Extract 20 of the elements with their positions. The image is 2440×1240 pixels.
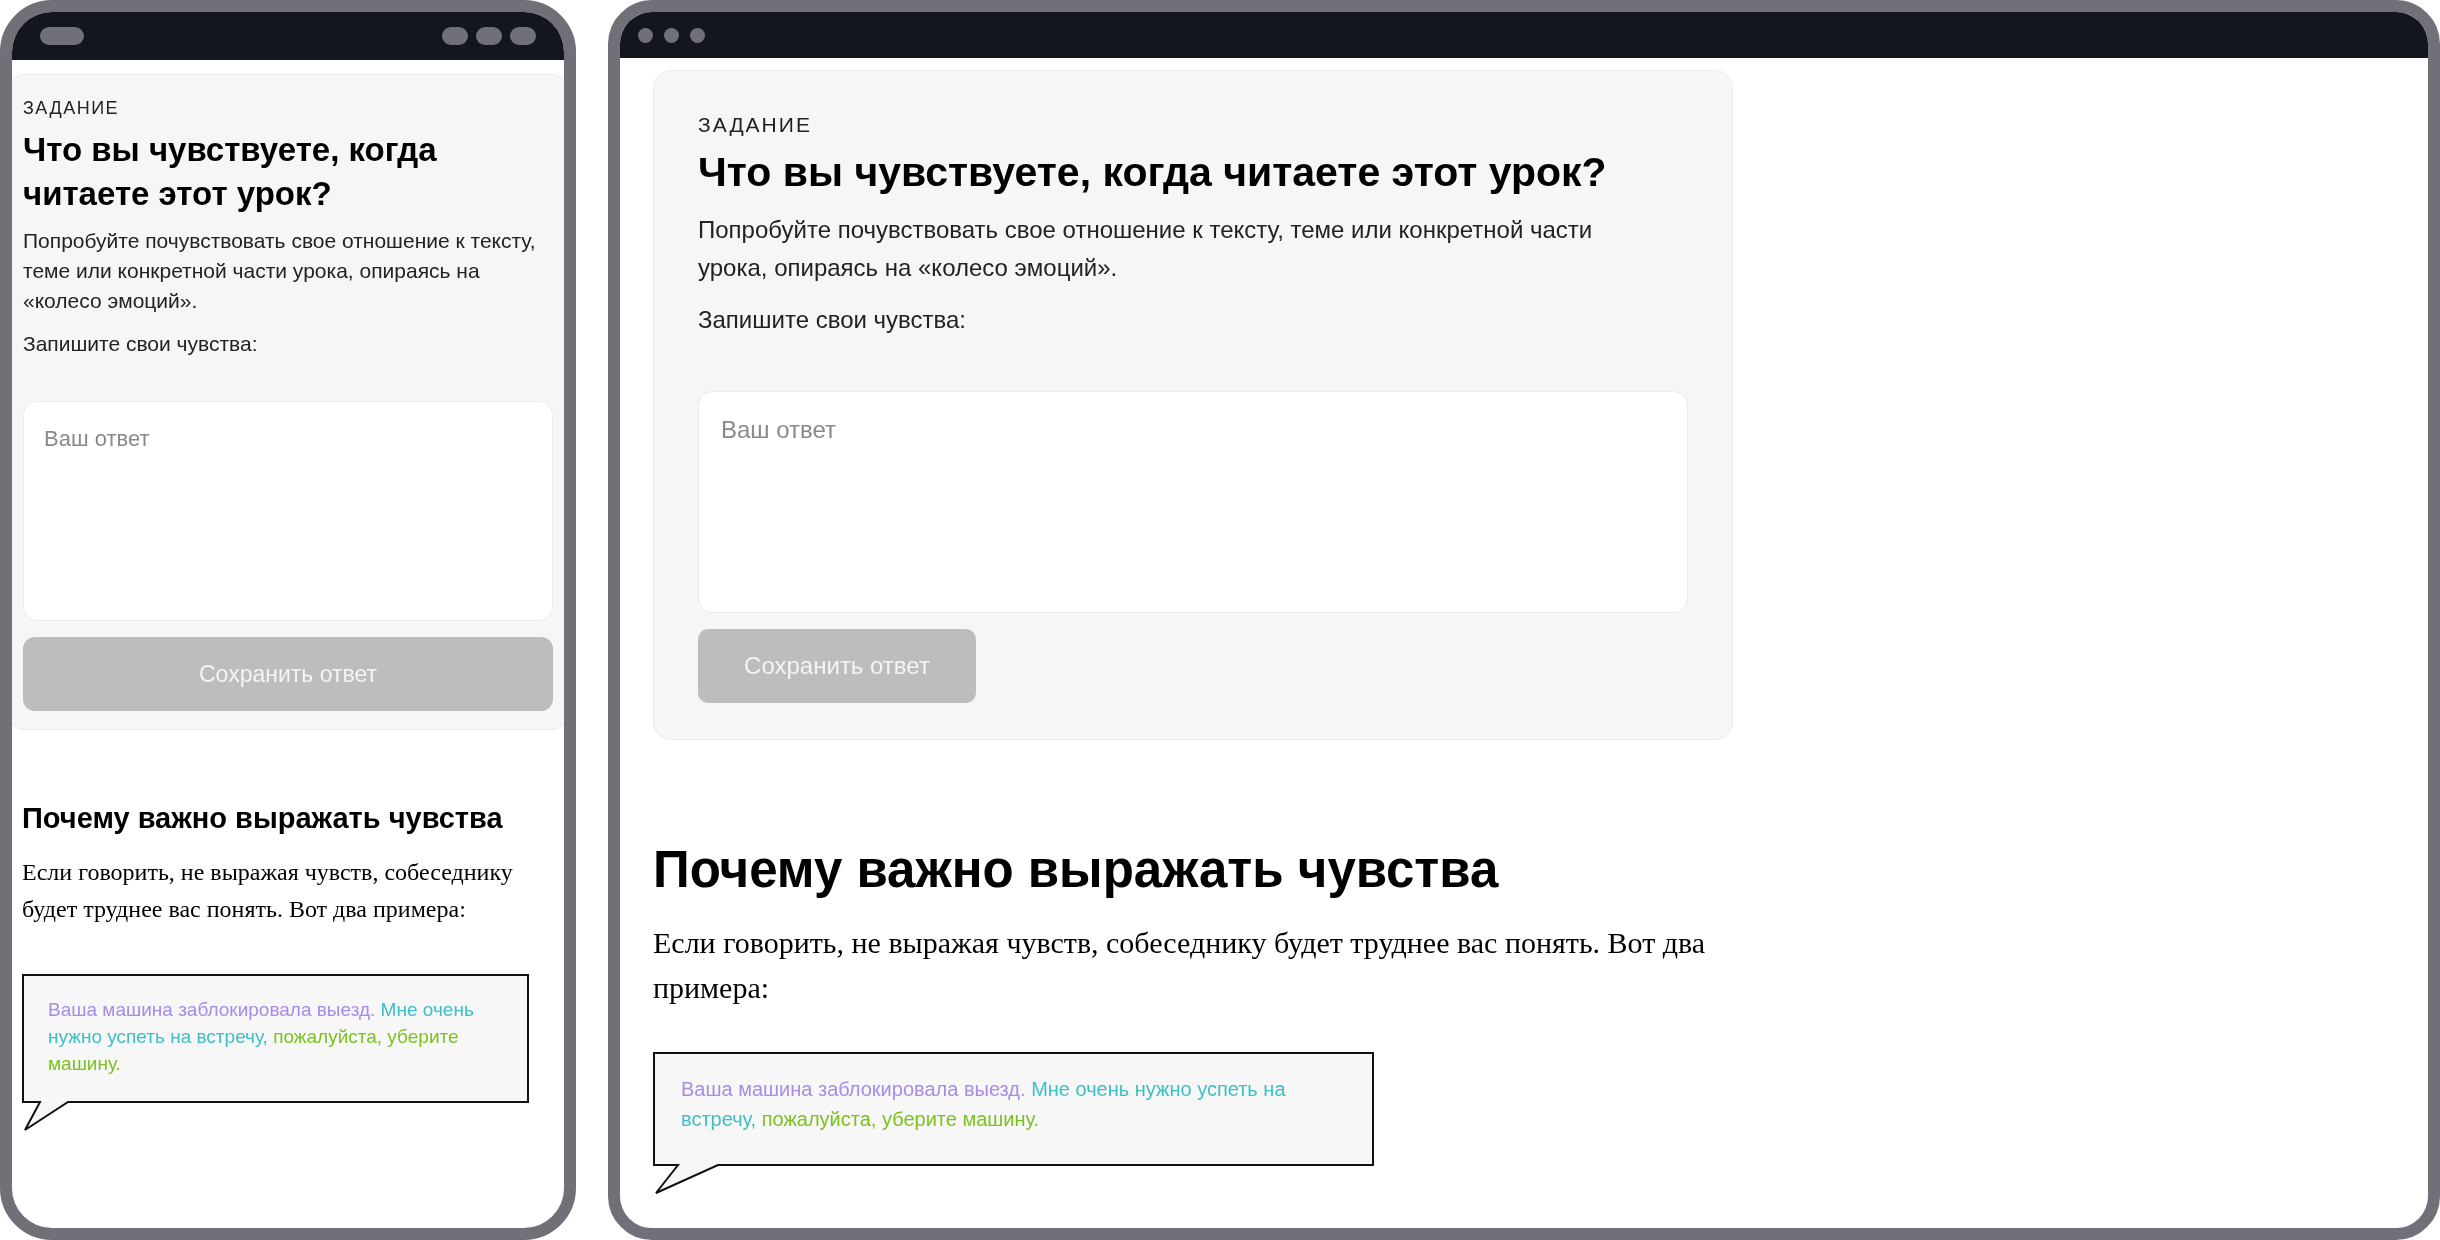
section-heading: Почему важно выражать чувства [22,801,504,836]
status-pill-icon [442,27,468,45]
task-prompt: Запишите свои чувства: [23,331,259,357]
section-paragraph: Если говорить, не выражая чувств, собеседнику будет труднее вас понять. Вот два примера: [653,924,1707,1006]
task-description: Попробуйте почувствовать свое отношение к тексту, теме или конкретной части урока, опираясь на «колесо эмоций». [23,228,537,314]
task-title: Что вы чувствуете, когда читаете этот урок? [23,130,438,214]
status-pill-icon [510,27,536,45]
status-pill-icon [476,27,502,45]
task-eyebrow: ЗАДАНИЕ [23,97,121,120]
bubble-text: Ваша машина заблокировала выезд. Мне очень нужно успеть на встречу, пожалуйста, уберите машину. [680,1076,1287,1132]
task-prompt: Запишите свои чувства: [698,304,968,335]
section-paragraph: Если говорить, не выражая чувств, собеседнику будет труднее вас понять. Вот два примера: [22,858,514,924]
task-description: Попробуйте почувствовать свое отношение к тексту, теме или конкретной части урока, опираясь на «колесо эмоций». [698,214,1594,283]
answer-field[interactable]: Ваш ответ [698,390,1688,613]
task-eyebrow: ЗАДАНИЕ [698,112,813,138]
bubble-text: Ваша машина заблокировала выезд. Мне очень нужно успеть на встречу, пожалуйста, уберите машину. [47,998,475,1076]
section-heading: Почему важно выражать чувства [653,839,1500,900]
answer-field[interactable]: Ваш ответ [23,401,553,621]
status-pill-icon [40,27,84,45]
task-title: Что вы чувствуете, когда читаете этот урок? [698,147,1608,197]
